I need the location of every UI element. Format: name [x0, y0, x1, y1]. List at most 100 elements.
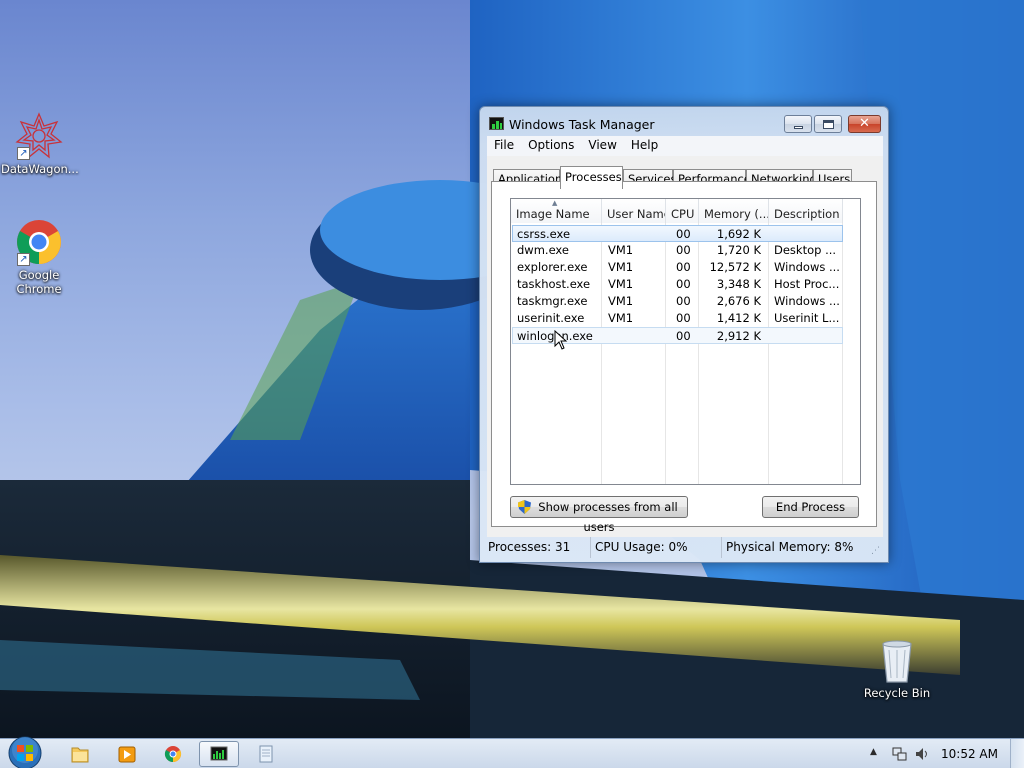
cell-description: Windows ... [774, 294, 840, 308]
mouse-cursor-icon [554, 330, 568, 350]
cell-memory: 3,348 K [716, 277, 761, 291]
explorer-icon [71, 747, 89, 763]
cell-memory: 2,676 K [716, 294, 761, 308]
process-list[interactable]: ▲ Image Name User Name CPU Memory (... D… [510, 198, 861, 485]
desktop-icon-recycle-bin[interactable]: Recycle Bin [859, 636, 935, 700]
notepad-icon [259, 745, 273, 763]
task-manager-app-icon [489, 117, 504, 130]
cell-user-name: VM1 [608, 294, 634, 308]
cell-user-name: VM1 [608, 311, 634, 325]
cell-user-name: VM1 [608, 243, 634, 257]
show-all-processes-label: Show processes from all users [538, 500, 678, 534]
cell-memory: 1,720 K [716, 243, 761, 257]
taskbar-explorer[interactable] [60, 741, 100, 767]
status-bar: Processes: 31 CPU Usage: 0% Physical Mem… [484, 537, 884, 558]
close-icon: ✕ [859, 116, 870, 131]
cell-description: Host Proc... [774, 277, 840, 291]
processes-panel: ▲ Image Name User Name CPU Memory (... D… [491, 181, 877, 534]
cell-memory: 1,412 K [716, 311, 761, 325]
show-hidden-icons-chevron-icon[interactable]: ▲ [870, 747, 877, 757]
window-client: Applications Processes Services Performa… [487, 156, 883, 537]
task-manager-window[interactable]: Windows Task Manager ✕ File Options View He… [479, 106, 889, 563]
shortcut-arrow-icon: ↗ [17, 253, 30, 266]
status-processes: Processes: 31 [484, 537, 591, 558]
menu-file[interactable]: File [487, 136, 521, 154]
chrome-icon [164, 746, 182, 763]
column-header-memory[interactable]: Memory (... [699, 199, 769, 223]
cell-image-name: explorer.exe [517, 260, 588, 274]
network-icon[interactable] [892, 746, 908, 762]
status-physical-memory: Physical Memory: 8% [726, 540, 854, 554]
column-header-image-name[interactable]: ▲ Image Name [511, 199, 602, 223]
cell-description: Windows ... [774, 260, 840, 274]
minimize-button[interactable] [784, 115, 812, 133]
menu-options[interactable]: Options [521, 136, 581, 154]
cell-image-name: taskhost.exe [517, 277, 591, 291]
resize-grip-icon[interactable]: ⋰ [871, 546, 880, 556]
media-player-icon [118, 746, 136, 763]
cell-description: Userinit L... [774, 311, 840, 325]
cell-cpu: 00 [676, 311, 691, 325]
taskbar-chrome[interactable] [153, 741, 193, 767]
task-manager-icon [210, 746, 228, 761]
cell-cpu: 00 [676, 277, 691, 291]
menu-view[interactable]: View [581, 136, 623, 154]
uac-shield-icon [518, 500, 531, 514]
maximize-button[interactable] [814, 115, 842, 133]
cell-memory: 12,572 K [709, 260, 761, 274]
datawagon-icon: ↗ [15, 112, 63, 160]
cell-cpu: 00 [676, 329, 691, 343]
cell-cpu: 00 [676, 243, 691, 257]
column-header-description[interactable]: Description [769, 199, 843, 223]
window-title: Windows Task Manager [509, 117, 655, 132]
desktop-icon-datawagon[interactable]: ↗ DataWagon... [1, 112, 79, 176]
cell-image-name: userinit.exe [517, 311, 585, 325]
cell-cpu: 00 [676, 227, 691, 241]
maximize-icon [823, 120, 834, 129]
start-button[interactable] [6, 736, 44, 768]
volume-icon[interactable] [914, 746, 930, 762]
table-row[interactable]: dwm.exe VM1 00 1,720 K Desktop ... [512, 242, 843, 259]
taskbar: ▲ 10:52 AM [0, 736, 1024, 768]
chrome-icon: ↗ [15, 218, 63, 266]
cell-image-name: csrss.exe [517, 227, 571, 241]
table-row[interactable]: userinit.exe VM1 00 1,412 K Userinit L..… [512, 310, 843, 327]
taskbar-media-player[interactable] [107, 741, 147, 767]
table-row[interactable]: taskhost.exe VM1 00 3,348 K Host Proc... [512, 276, 843, 293]
cell-user-name: VM1 [608, 260, 634, 274]
column-header-label: Image Name [516, 207, 590, 221]
menu-help[interactable]: Help [624, 136, 665, 154]
show-desktop-button[interactable] [1010, 739, 1024, 768]
end-process-button[interactable]: End Process [762, 496, 859, 518]
cell-cpu: 00 [676, 294, 691, 308]
taskbar-task-manager[interactable] [199, 741, 239, 767]
column-header-user-name[interactable]: User Name [602, 199, 666, 223]
cell-cpu: 00 [676, 260, 691, 274]
desktop-icon-label: Google Chrome [16, 268, 62, 296]
cell-image-name: dwm.exe [517, 243, 569, 257]
clock[interactable]: 10:52 AM [941, 747, 998, 761]
column-header-cpu[interactable]: CPU [666, 199, 699, 223]
cell-image-name: taskmgr.exe [517, 294, 588, 308]
taskbar-notepad[interactable] [246, 741, 286, 767]
start-orb-icon [8, 736, 42, 768]
show-all-processes-button[interactable]: Show processes from all users [510, 496, 688, 534]
table-row[interactable]: csrss.exe 00 1,692 K [512, 225, 843, 242]
desktop-icon-label: DataWagon... [1, 162, 79, 176]
close-button[interactable]: ✕ [848, 115, 881, 133]
minimize-icon [794, 126, 803, 129]
table-row[interactable]: explorer.exe VM1 00 12,572 K Windows ... [512, 259, 843, 276]
desktop-icon-google-chrome[interactable]: ↗ Google Chrome [1, 218, 77, 296]
menu-bar: File Options View Help [487, 136, 883, 156]
status-cpu-usage: CPU Usage: 0% [591, 537, 722, 558]
desktop-icon-label: Recycle Bin [863, 686, 931, 700]
cell-description: Desktop ... [774, 243, 837, 257]
cell-memory: 1,692 K [716, 227, 761, 241]
table-row[interactable]: taskmgr.exe VM1 00 2,676 K Windows ... [512, 293, 843, 310]
recycle-bin-icon [873, 636, 921, 684]
sort-ascending-icon: ▲ [552, 199, 558, 207]
cell-memory: 2,912 K [716, 329, 761, 343]
tab-processes[interactable]: Processes [560, 166, 623, 189]
cell-user-name: VM1 [608, 277, 634, 291]
shortcut-arrow-icon: ↗ [17, 147, 30, 160]
